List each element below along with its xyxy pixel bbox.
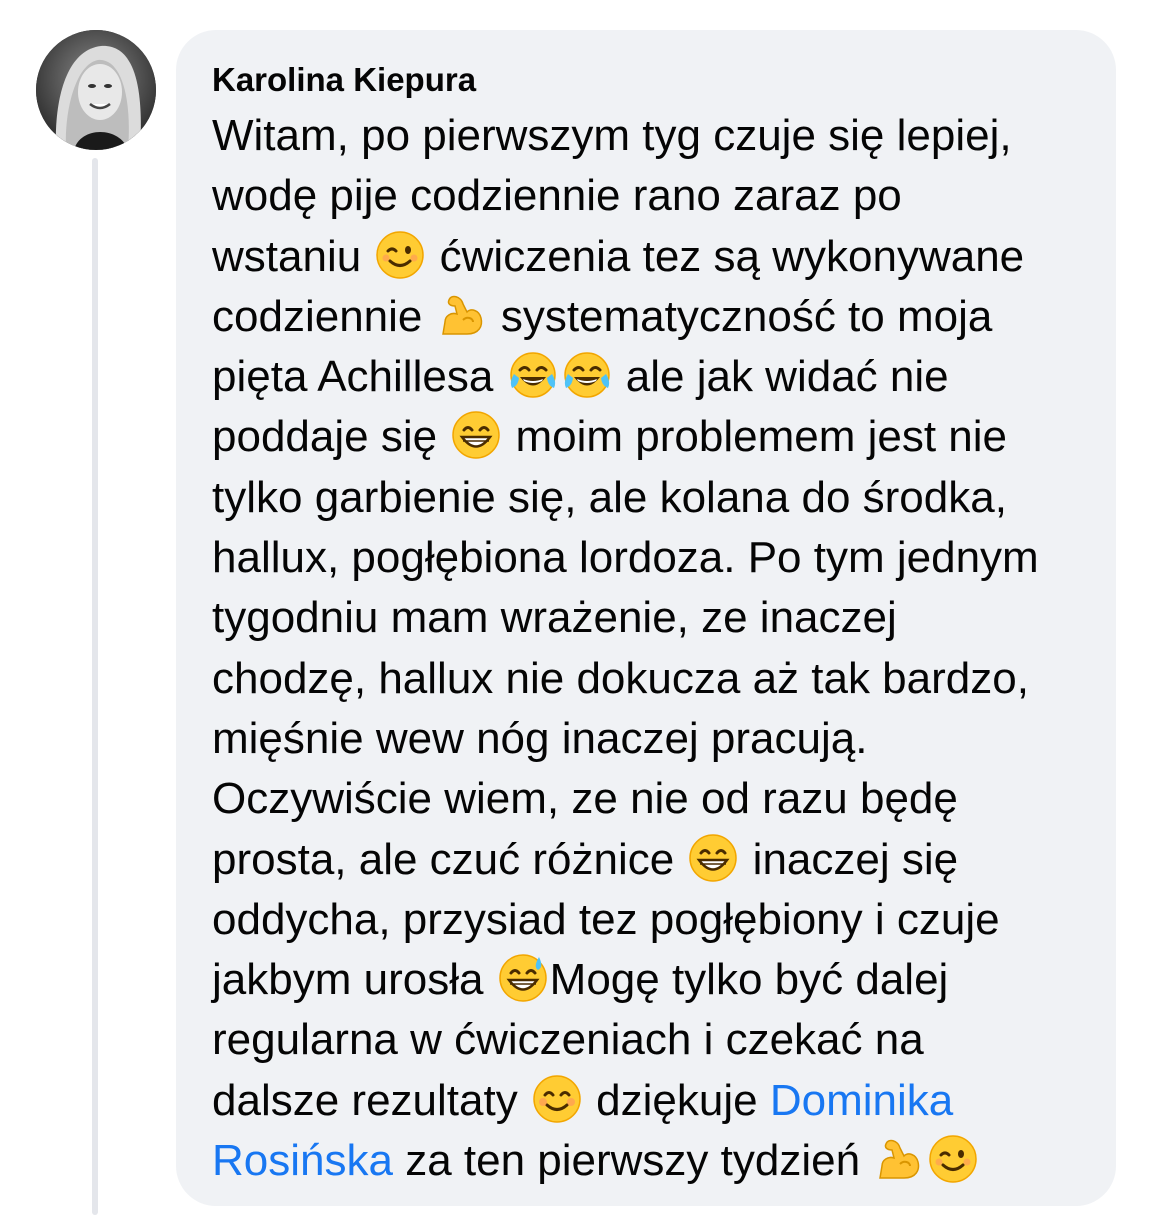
mention-link-dominika-rosinska[interactable]: Rosińska xyxy=(212,1136,393,1185)
comment-text-segment: Oczywiście wiem, ze nie od razu będę xyxy=(212,774,958,824)
comment-line: tylko garbienie się, ale kolana do środk… xyxy=(212,468,1086,528)
comment-line: Witam, po pierwszym tyg czuje się lepiej… xyxy=(212,106,1086,166)
comment-line: pięta Achillesa ale jak widać nie xyxy=(212,347,1086,407)
comment-text-segment: mięśnie wew nóg inaczej pracują. xyxy=(212,713,868,763)
comment-text-segment: pięta Achillesa xyxy=(212,352,506,402)
beaming-face-emoji-icon xyxy=(451,410,501,460)
winking-face-emoji-icon xyxy=(928,1134,978,1184)
comment-line: hallux, pogłębiona lordoza. Po tym jedny… xyxy=(212,528,1086,588)
comment-text-segment: inaczej się xyxy=(740,834,959,884)
comment-line: regularna w ćwiczeniach i czekać na xyxy=(212,1010,1086,1070)
comment-text-segment: dziękuje xyxy=(583,1075,770,1125)
smiling-face-emoji-icon xyxy=(532,1074,582,1124)
flexed-biceps-emoji-icon xyxy=(437,290,487,340)
comment-author-name[interactable]: Karolina Kiepura xyxy=(212,58,1086,102)
comment-text-segment: Mogę tylko być dalej xyxy=(549,955,949,1005)
comment-line: prosta, ale czuć różnice inaczej się xyxy=(212,830,1086,890)
comment-line: oddycha, przysiad tez pogłębiony i czuje xyxy=(212,890,1086,950)
comment-text-segment: jakbym urosła xyxy=(212,955,496,1005)
mention-link-dominika-rosinska[interactable]: Dominika xyxy=(770,1076,953,1125)
face-with-tears-of-joy-emoji-icon xyxy=(562,350,612,400)
comment-line: wodę pije codziennie rano zaraz po xyxy=(212,166,1086,226)
comment-text-segment: tygodniu mam wrażenie, ze inaczej xyxy=(212,593,897,643)
comment-line: poddaje się moim problemem jest nie xyxy=(212,407,1086,467)
beaming-face-emoji-icon xyxy=(688,833,738,883)
flexed-biceps-emoji-icon xyxy=(874,1134,924,1184)
comment-text-segment: moim problemem jest nie xyxy=(503,412,1008,462)
comment-text-segment: dalsze rezultaty xyxy=(212,1075,530,1125)
author-avatar[interactable] xyxy=(36,30,156,150)
comment-text-segment: ćwiczenia tez są wykonywane xyxy=(427,231,1025,281)
comment-line: Oczywiście wiem, ze nie od razu będę xyxy=(212,769,1086,829)
comment-line: dalsze rezultaty dziękuje Dominika xyxy=(212,1071,1086,1131)
comment-text-segment: wstaniu xyxy=(212,231,374,281)
winking-face-emoji-icon xyxy=(375,230,425,280)
comment-text-segment: Witam, po pierwszym tyg czuje się lepiej… xyxy=(212,111,1012,160)
comment-text-segment: wodę pije codziennie rano zaraz po xyxy=(212,171,902,221)
comment-line: mięśnie wew nóg inaczej pracują. xyxy=(212,709,1086,769)
comment-text-segment: systematyczność to moja xyxy=(488,291,993,341)
grinning-face-with-sweat-emoji-icon xyxy=(498,953,548,1003)
comment-text-segment: codziennie xyxy=(212,291,435,341)
comment-line: chodzę, hallux nie dokucza aż tak bardzo… xyxy=(212,649,1086,709)
comment-text-segment: regularna w ćwiczeniach i czekać na xyxy=(212,1015,924,1065)
comment-line: codziennie systematyczność to moja xyxy=(212,287,1086,347)
comment-text-segment: chodzę, hallux nie dokucza aż tak bardzo… xyxy=(212,653,1029,703)
comment-text-segment: tylko garbienie się, ale kolana do środk… xyxy=(212,472,1007,522)
comment-line: Rosińska za ten pierwszy tydzień xyxy=(212,1131,1086,1191)
comment-text-segment: hallux, pogłębiona lordoza. Po tym jedny… xyxy=(212,533,1039,583)
reply-thread-line xyxy=(92,158,98,1215)
comment-text-segment: za ten pierwszy tydzień xyxy=(392,1136,873,1186)
comment-line: tygodniu mam wrażenie, ze inaczej xyxy=(212,588,1086,648)
comment-text-segment: poddaje się xyxy=(212,412,450,462)
comment-line: jakbym urosła Mogę tylko być dalej xyxy=(212,950,1086,1010)
comment-text-segment: oddycha, przysiad tez pogłębiony i czuje xyxy=(212,894,1000,944)
comment-body: Witam, po pierwszym tyg czuje się lepiej… xyxy=(212,106,1086,1191)
comment-bubble: Karolina Kiepura Witam, po pierwszym tyg… xyxy=(176,30,1116,1206)
comment-line: wstaniu ćwiczenia tez są wykonywane xyxy=(212,227,1086,287)
face-with-tears-of-joy-emoji-icon xyxy=(508,350,558,400)
comment-text-segment: prosta, ale czuć różnice xyxy=(212,834,687,884)
comment-text-segment: ale jak widać nie xyxy=(613,352,949,402)
